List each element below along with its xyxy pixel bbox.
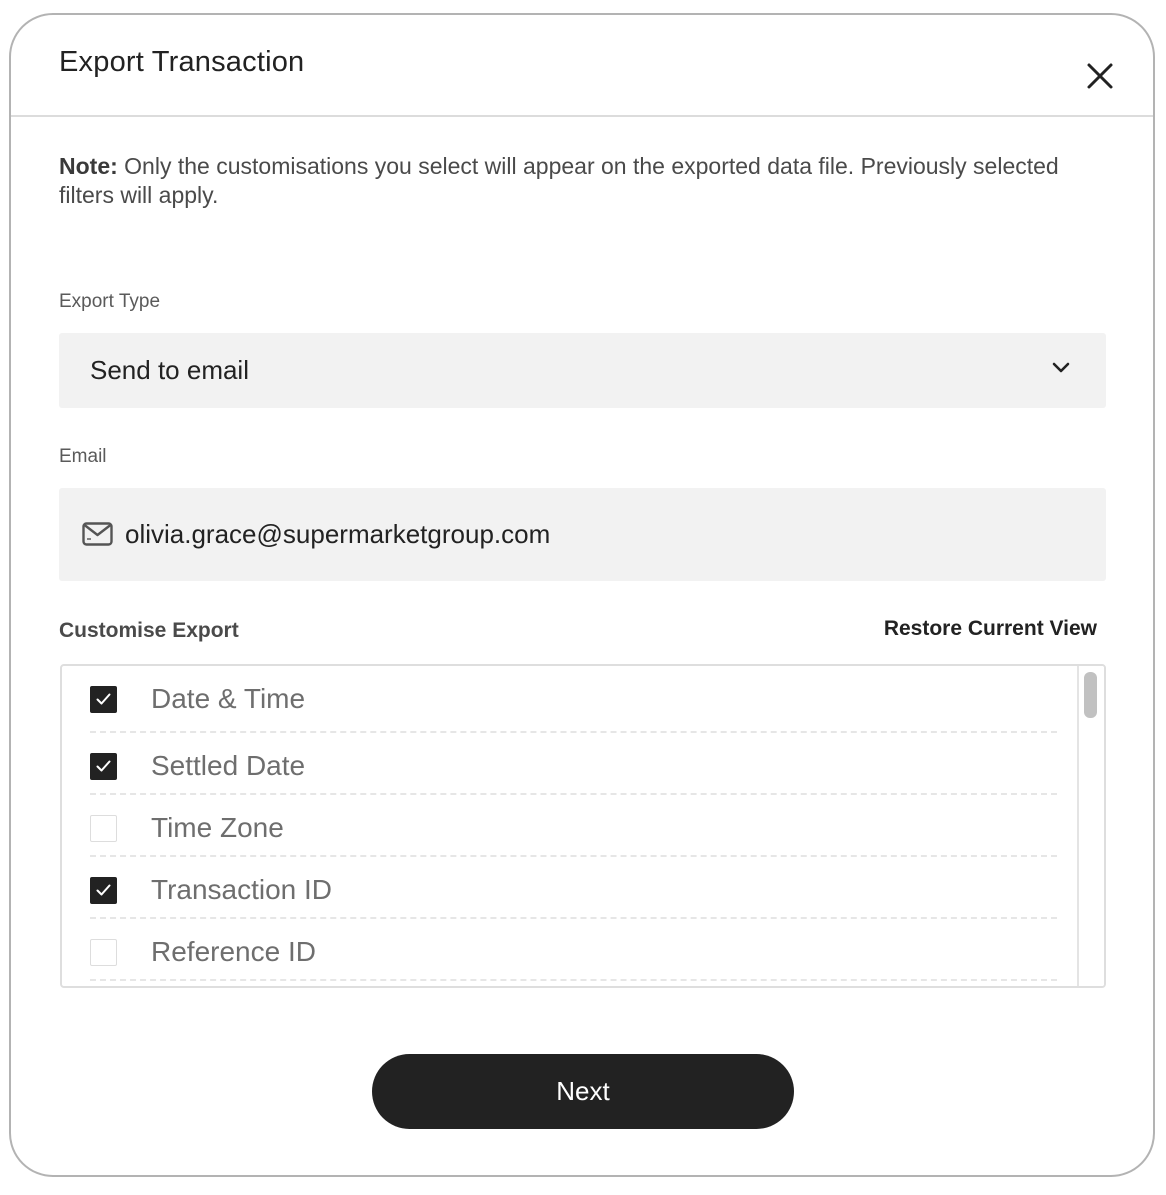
export-transaction-dialog: Export Transaction Note: Only the custom… — [9, 13, 1155, 1177]
note-prefix: Note: — [59, 153, 118, 179]
restore-current-view-button[interactable]: Restore Current View — [884, 617, 1097, 641]
customise-export-label: Customise Export — [59, 619, 239, 642]
checkbox[interactable] — [90, 939, 117, 966]
checkbox[interactable] — [90, 815, 117, 842]
email-field[interactable] — [59, 488, 1106, 581]
export-field-row[interactable]: Transaction ID — [90, 857, 1057, 919]
checkbox[interactable] — [90, 877, 117, 904]
export-field-row[interactable]: Reference ID — [90, 919, 1057, 981]
chevron-down-icon — [1052, 362, 1070, 373]
dialog-header: Export Transaction — [11, 15, 1153, 117]
export-type-label: Export Type — [59, 291, 161, 312]
customise-export-list[interactable]: Date & Time Settled Date Time Zone Transact… — [60, 664, 1106, 988]
export-field-row[interactable]: Time Zone — [90, 795, 1057, 857]
field-list: Date & Time Settled Date Time Zone Transact… — [90, 666, 1057, 981]
export-type-select[interactable]: Send to email — [59, 333, 1106, 408]
export-field-label: Settled Date — [151, 750, 306, 781]
scrollbar-thumb[interactable] — [1084, 672, 1097, 718]
checkbox[interactable] — [90, 753, 117, 780]
dialog-title: Export Transaction — [59, 46, 305, 78]
export-field-label: Date & Time — [151, 683, 306, 714]
note-text: Only the customisations you select will … — [59, 153, 1059, 208]
close-button[interactable] — [1085, 61, 1115, 91]
export-field-label: Transaction ID — [151, 874, 333, 905]
export-type-value: Send to email — [90, 355, 249, 385]
export-field-label: Time Zone — [151, 812, 284, 843]
mail-icon — [82, 522, 113, 546]
close-icon — [1087, 63, 1113, 89]
scrollbar[interactable] — [1077, 666, 1104, 986]
checkmark-icon — [96, 760, 111, 772]
email-label: Email — [59, 446, 107, 467]
checkmark-icon — [96, 693, 111, 705]
export-field-label: Reference ID — [151, 936, 316, 967]
next-button[interactable]: Next — [372, 1054, 794, 1129]
export-note: Note: Only the customisations you select… — [59, 152, 1099, 210]
checkmark-icon — [96, 884, 111, 896]
email-input[interactable] — [125, 515, 1025, 553]
checkbox[interactable] — [90, 686, 117, 713]
export-field-row[interactable]: Settled Date — [90, 733, 1057, 795]
export-field-row[interactable]: Date & Time — [90, 666, 1057, 733]
